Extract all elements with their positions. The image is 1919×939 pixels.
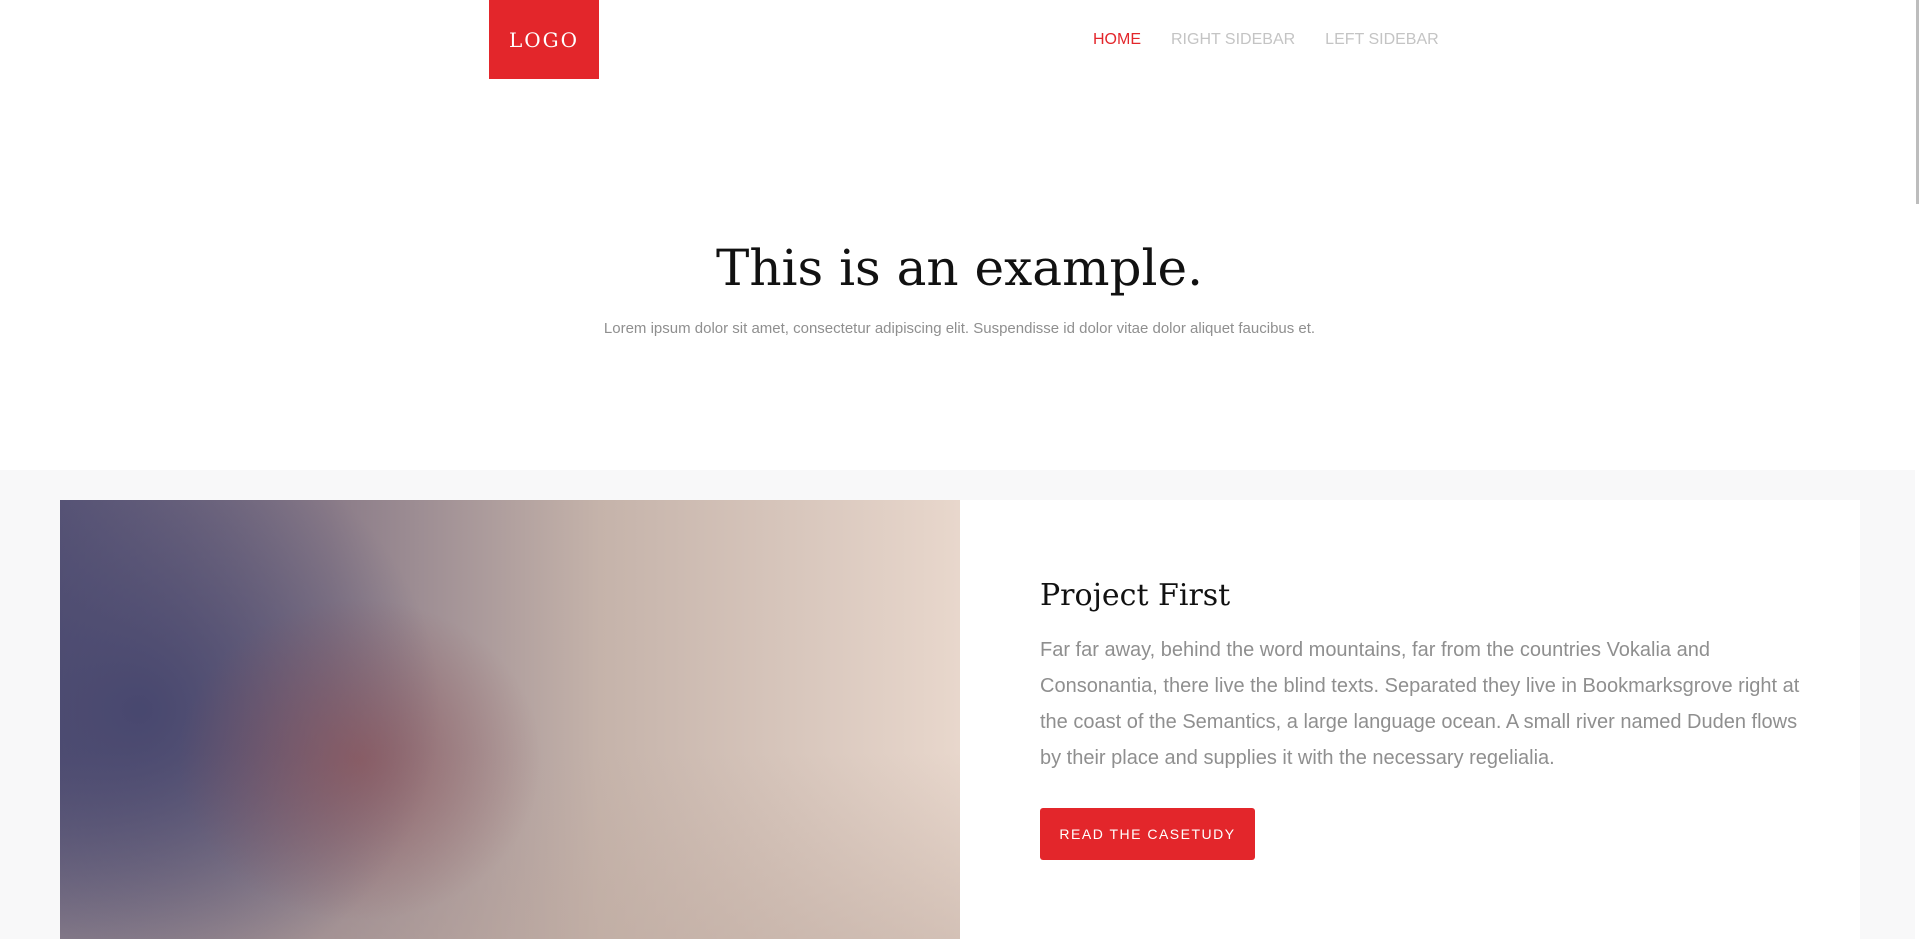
project-image xyxy=(60,500,960,939)
logo-text: LOGO xyxy=(508,27,580,52)
projects-section: Project First Far far away, behind the w… xyxy=(0,470,1919,939)
main-nav: HOME RIGHT SIDEBAR LEFT SIDEBAR xyxy=(1093,0,1439,79)
nav-item-left-sidebar[interactable]: LEFT SIDEBAR xyxy=(1325,31,1439,49)
page: LOGO HOME RIGHT SIDEBAR LEFT SIDEBAR Thi… xyxy=(0,0,1919,939)
vertical-scrollbar[interactable] xyxy=(1915,0,1919,939)
nav-item-right-sidebar[interactable]: RIGHT SIDEBAR xyxy=(1171,31,1295,49)
logo[interactable]: LOGO xyxy=(489,0,599,79)
project-description: Far far away, behind the word mountains,… xyxy=(1040,639,1800,769)
project-title: Project First xyxy=(1040,578,1231,613)
hero-subtitle: Lorem ipsum dolor sit amet, consectetur … xyxy=(603,320,1316,337)
project-card-body: Project First Far far away, behind the w… xyxy=(960,500,1860,939)
nav-item-home[interactable]: HOME xyxy=(1093,31,1141,49)
project-card: Project First Far far away, behind the w… xyxy=(60,500,1860,939)
read-casestudy-button[interactable]: READ THE CASETUDY xyxy=(1040,808,1255,860)
hero-title: This is an example. xyxy=(715,239,1204,297)
